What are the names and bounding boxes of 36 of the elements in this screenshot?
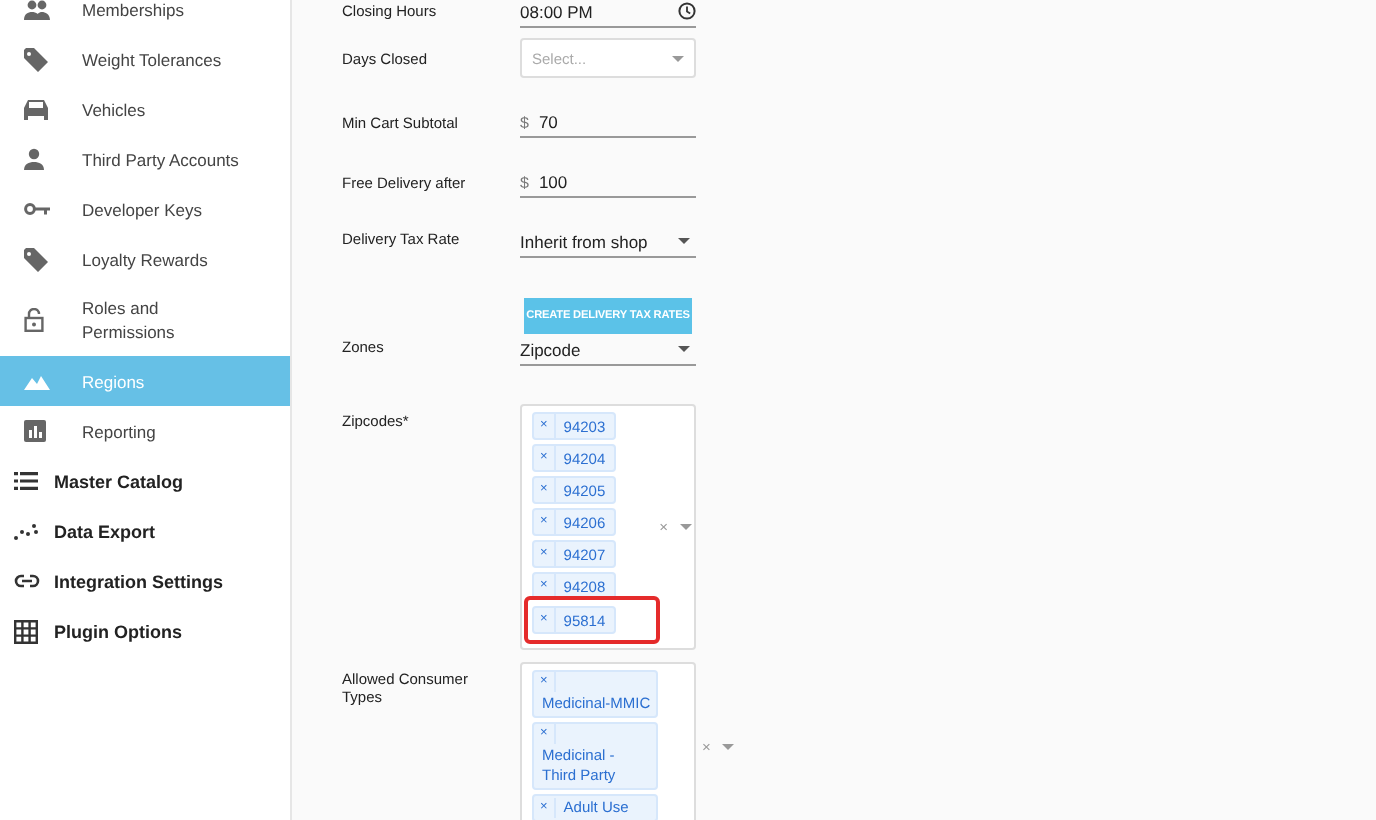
person-icon [24, 148, 44, 170]
grid-icon [14, 619, 38, 643]
caret-icon [678, 346, 690, 352]
chart-icon [24, 420, 46, 442]
amount-field[interactable]: $ 70 [520, 106, 696, 138]
caret-icon [722, 743, 735, 749]
sidebar-item[interactable]: Roles and Permissions [0, 284, 290, 356]
tag-icon [24, 247, 48, 271]
lock-icon [24, 308, 44, 332]
list-icon [14, 472, 38, 490]
sidebar-item[interactable]: Loyalty Rewards [0, 234, 290, 284]
sidebar-item[interactable]: Third Party Accounts [0, 134, 290, 184]
sidebar-item[interactable]: Reporting [0, 406, 290, 456]
caret-icon [678, 238, 690, 244]
sidebar-item[interactable]: Master Catalog [0, 456, 290, 506]
link-icon [14, 574, 40, 588]
dropdown-field[interactable]: Zipcode [520, 334, 696, 366]
mountain-icon [24, 373, 50, 389]
caret-icon [680, 524, 693, 530]
amount-field[interactable]: $ 100 [520, 166, 696, 198]
dropdown-field[interactable]: Inherit from shop [520, 226, 696, 258]
sidebar-item[interactable]: Integration Settings [0, 556, 290, 606]
people-icon [24, 0, 50, 19]
sidebar-item[interactable]: Plugin Options [0, 606, 290, 656]
car-icon [24, 98, 48, 120]
sidebar-item[interactable]: Vehicles [0, 84, 290, 134]
scatter-icon [14, 522, 38, 540]
sidebar-item[interactable]: Developer Keys [0, 184, 290, 234]
sidebar-item[interactable]: Weight Tolerances [0, 34, 290, 84]
clock-icon [678, 2, 696, 20]
tag-icon [24, 47, 48, 71]
key-icon [24, 202, 50, 216]
time-field[interactable]: 08:00 PM [520, 0, 696, 28]
sidebar-item[interactable]: Memberships [0, 0, 290, 34]
caret-icon [672, 55, 684, 61]
sidebar-item[interactable]: Data Export [0, 506, 290, 556]
